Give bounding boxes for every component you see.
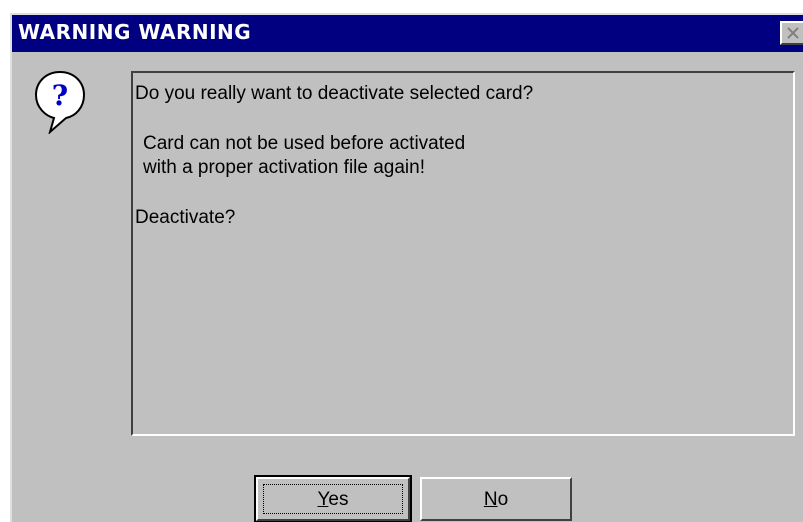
no-button-label: No <box>422 489 570 511</box>
yes-button[interactable]: Yes <box>254 475 412 522</box>
yes-button-label: Yes <box>258 489 408 511</box>
message-detail-line-1: Card can not be used before activated <box>143 133 466 154</box>
message-panel: Do you really want to deactivate selecte… <box>131 71 795 436</box>
yes-label-rest: es <box>328 489 349 510</box>
no-mnemonic: N <box>483 489 498 510</box>
title-bar[interactable]: WARNING WARNING <box>12 15 803 52</box>
question-icon: ? <box>34 70 86 134</box>
svg-text:?: ? <box>52 79 68 112</box>
message-detail-line-2: with a proper activation file again! <box>143 157 425 178</box>
dialog-title: WARNING WARNING <box>18 20 252 44</box>
dialog-window: WARNING WARNING ? Do you really want to … <box>10 13 803 522</box>
message-question: Do you really want to deactivate selecte… <box>135 83 534 104</box>
message-confirm: Deactivate? <box>135 207 236 228</box>
no-label-rest: o <box>497 489 509 510</box>
close-icon <box>787 27 799 39</box>
yes-mnemonic: Y <box>317 489 329 510</box>
no-button[interactable]: No <box>420 477 572 521</box>
close-button[interactable] <box>780 21 803 45</box>
